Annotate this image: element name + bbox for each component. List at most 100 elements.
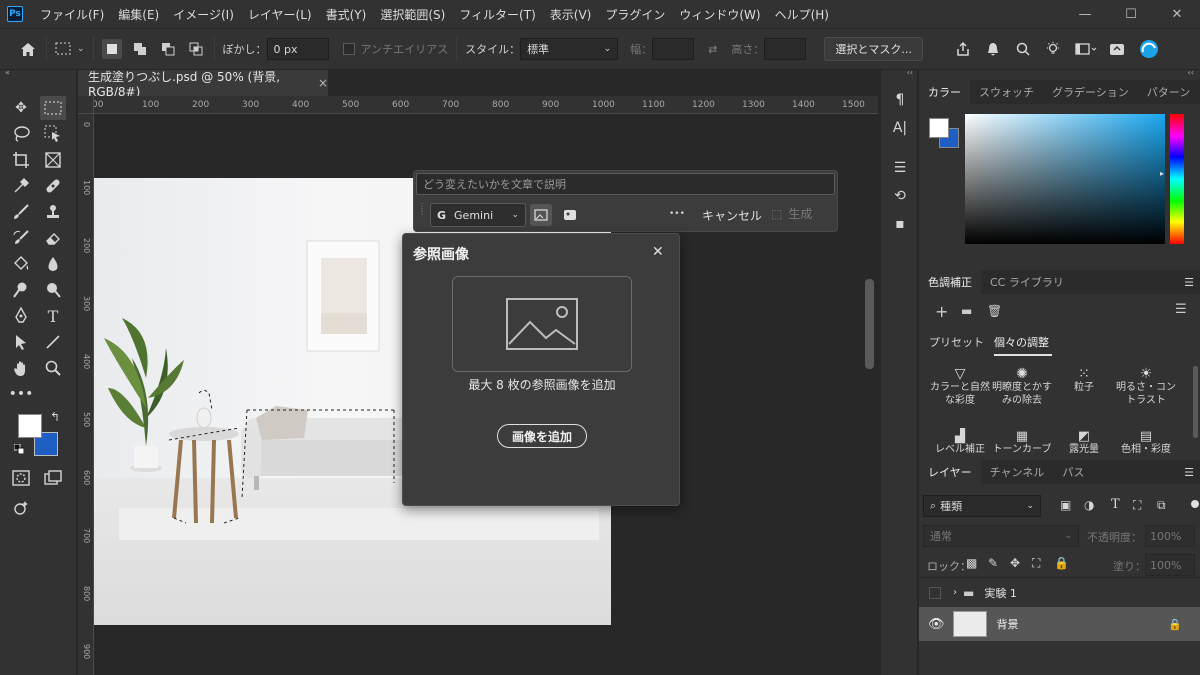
- collapse-icon[interactable]: ‹‹: [881, 68, 919, 78]
- lock-transparency-icon[interactable]: ▩: [966, 556, 977, 570]
- close-tab-icon[interactable]: ×: [318, 76, 328, 90]
- panel-menu-icon[interactable]: ☰: [1184, 276, 1194, 289]
- tab-gradients[interactable]: グラデーション: [1043, 80, 1138, 104]
- tab-patterns[interactable]: パターン: [1138, 80, 1199, 104]
- sponge-tool-icon[interactable]: [40, 278, 66, 302]
- adjustment-exposure[interactable]: ◩ 露光量: [1053, 430, 1115, 454]
- filter-type-icon[interactable]: T: [1111, 497, 1120, 512]
- visibility-toggle-off[interactable]: [929, 586, 941, 599]
- marquee-preset-picker[interactable]: ⌄: [55, 37, 85, 61]
- menu-image[interactable]: イメージ(I): [166, 6, 241, 23]
- tab-paths[interactable]: パス: [1053, 460, 1093, 484]
- panel-menu-icon[interactable]: ☰: [1184, 466, 1194, 479]
- tab-presets[interactable]: プリセット: [929, 334, 984, 350]
- antialias-checkbox[interactable]: アンチエイリアス: [342, 37, 448, 61]
- default-colors-icon[interactable]: [13, 443, 25, 455]
- filter-smart-object-icon[interactable]: ⧉: [1157, 498, 1166, 513]
- tab-swatches[interactable]: スウォッチ: [970, 80, 1043, 104]
- swap-dimensions-icon[interactable]: ⇄: [708, 37, 717, 61]
- menu-type[interactable]: 書式(Y): [319, 6, 374, 23]
- brush-tool-icon[interactable]: [8, 200, 34, 224]
- tab-channels[interactable]: チャンネル: [981, 460, 1054, 484]
- history-icon[interactable]: ⟲: [890, 188, 910, 208]
- menu-window[interactable]: ウィンドウ(W): [672, 6, 767, 23]
- eye-icon[interactable]: 👁: [928, 617, 945, 632]
- adjustments-scrollbar[interactable]: [1193, 366, 1198, 438]
- folder-icon[interactable]: ▬: [961, 304, 972, 318]
- model-select[interactable]: G Gemini ⌄: [430, 203, 526, 227]
- document-tab[interactable]: 生成塗りつぶし.psd @ 50% (背景, RGB/8#) ×: [78, 70, 328, 99]
- filter-toggle-icon[interactable]: [1191, 500, 1199, 508]
- drag-handle-icon[interactable]: ⋮ ⋮: [418, 203, 426, 224]
- menu-view[interactable]: 表示(V): [543, 6, 599, 23]
- photoshop-logo[interactable]: Ps: [7, 6, 23, 22]
- select-and-mask-button[interactable]: 選択とマスク...: [824, 37, 923, 61]
- width-input[interactable]: [652, 38, 695, 60]
- menu-plugins[interactable]: プラグイン: [598, 6, 672, 23]
- paragraph-icon[interactable]: ¶: [890, 92, 910, 112]
- object-selection-tool-icon[interactable]: [40, 122, 66, 146]
- bell-icon[interactable]: [983, 39, 1003, 59]
- style-select[interactable]: 標準 ⌄: [520, 38, 619, 60]
- color-fg-swatch[interactable]: [929, 118, 949, 138]
- image-settings-button[interactable]: [560, 205, 580, 225]
- home-icon[interactable]: [18, 39, 38, 59]
- lasso-tool-icon[interactable]: [8, 122, 34, 146]
- layer-row-background[interactable]: 👁 背景 🔒: [919, 607, 1200, 641]
- workspace-icon[interactable]: [1071, 39, 1101, 59]
- edit-toolbar-icon[interactable]: •••: [8, 382, 34, 406]
- quick-mask-icon[interactable]: [8, 466, 34, 490]
- filter-shape-icon[interactable]: ⛶: [1133, 498, 1141, 513]
- filter-adjustment-icon[interactable]: ◑: [1084, 498, 1094, 512]
- hue-slider[interactable]: [1170, 114, 1184, 244]
- menu-edit[interactable]: 編集(E): [111, 6, 166, 23]
- tab-cc-libraries[interactable]: CC ライブラリ: [981, 270, 1073, 294]
- spot-healing-tool-icon[interactable]: [40, 174, 66, 198]
- canvas-vertical-scrollbar[interactable]: [861, 114, 878, 675]
- close-window-button[interactable]: ✕: [1154, 7, 1200, 22]
- cancel-button[interactable]: キャンセル: [702, 207, 762, 224]
- menu-filter[interactable]: フィルター(T): [452, 6, 542, 23]
- new-selection-icon[interactable]: [101, 39, 122, 59]
- ruler-origin[interactable]: [78, 96, 94, 114]
- move-tool-icon[interactable]: ✥: [8, 96, 34, 120]
- lock-artboard-icon[interactable]: ⛶: [1032, 556, 1040, 571]
- share-icon[interactable]: [953, 39, 973, 59]
- more-options-icon[interactable]: •••: [669, 209, 685, 219]
- stamp-tool-icon[interactable]: [40, 200, 66, 224]
- feather-input[interactable]: 0 px: [266, 38, 329, 60]
- lock-pixels-icon[interactable]: ✎: [988, 556, 998, 570]
- opacity-input[interactable]: 100%: [1145, 525, 1195, 547]
- type-tool-icon[interactable]: T: [40, 304, 66, 328]
- scrollbar-thumb[interactable]: [865, 279, 874, 369]
- reference-drop-zone[interactable]: [452, 276, 632, 372]
- intersect-selection-icon[interactable]: [186, 39, 206, 59]
- fill-input[interactable]: 100%: [1145, 554, 1195, 576]
- adjustment-brightness-contrast[interactable]: ☀ 明るさ・コントラスト: [1115, 367, 1177, 407]
- crop-tool-icon[interactable]: [8, 148, 34, 172]
- blend-mode-select[interactable]: 通常 ⌄: [923, 525, 1079, 547]
- menu-layer[interactable]: レイヤー(L): [241, 6, 319, 23]
- tab-adjustments[interactable]: 色調補正: [919, 270, 981, 294]
- properties-icon[interactable]: ☰: [890, 160, 910, 180]
- eyedropper-tool-icon[interactable]: [8, 174, 34, 198]
- hand-tool-icon[interactable]: [8, 356, 34, 380]
- reference-image-button[interactable]: [530, 204, 552, 226]
- generative-tool-icon[interactable]: [8, 496, 34, 520]
- search-icon[interactable]: [1013, 39, 1033, 59]
- layer-filter-select[interactable]: ⌕ 種類 ⌄: [923, 495, 1041, 517]
- lock-all-icon[interactable]: 🔒: [1054, 556, 1069, 570]
- line-tool-icon[interactable]: [40, 330, 66, 354]
- tab-individual-adjustments[interactable]: 個々の調整: [994, 334, 1049, 350]
- tab-color[interactable]: カラー: [919, 80, 970, 104]
- eraser-tool-icon[interactable]: [40, 226, 66, 250]
- add-selection-icon[interactable]: [130, 39, 150, 59]
- prompt-input[interactable]: どう変えたいかを文章で説明: [416, 173, 835, 195]
- dodge-tool-icon[interactable]: [8, 278, 34, 302]
- rect-marquee-tool-icon[interactable]: [40, 96, 66, 120]
- trash-icon[interactable]: 🗑: [987, 304, 1002, 318]
- filter-pixel-icon[interactable]: ▣: [1060, 498, 1071, 512]
- add-image-button[interactable]: 画像を追加: [497, 424, 587, 448]
- menu-select[interactable]: 選択範囲(S): [373, 6, 452, 23]
- height-input[interactable]: [764, 38, 807, 60]
